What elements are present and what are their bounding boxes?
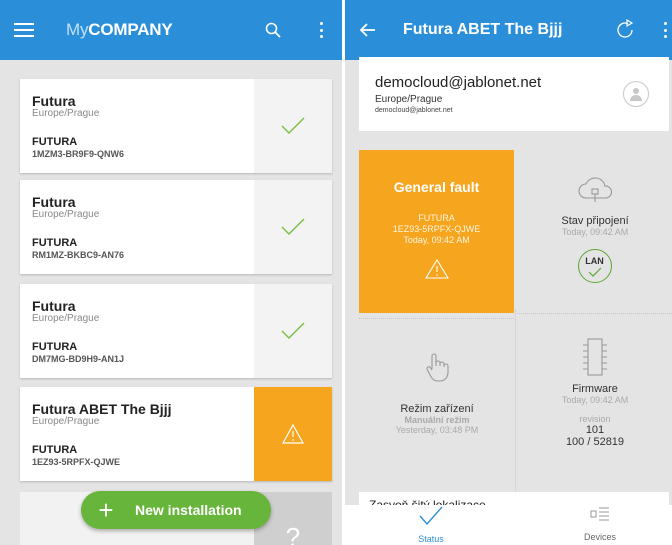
device-mode-value: Manuální režim [404, 415, 470, 425]
divider [359, 318, 514, 319]
devices-list-icon [590, 507, 609, 521]
installation-name: Futura ABET The Bjjj [32, 401, 172, 417]
status-warning [254, 387, 332, 481]
fault-code: FUTURA [418, 213, 455, 223]
warning-triangle-icon [281, 423, 305, 444]
installation-code: FUTURA [32, 444, 78, 456]
page-title: Futura ABET The Bjjj [403, 21, 563, 38]
check-icon [281, 322, 305, 339]
installation-card[interactable]: Futura Europe/Prague FUTURA DM7MG-BD9H9-… [20, 284, 332, 378]
firmware-revision-label: revision [579, 414, 611, 424]
status-ok [254, 180, 332, 274]
warning-triangle-icon [424, 258, 449, 279]
installation-card[interactable]: Futura ABET The Bjjj Europe/Prague FUTUR… [20, 387, 332, 481]
bottom-navigation: Status Devices [345, 505, 672, 545]
installation-serial: DM7MG-BD9H9-AN1J [32, 354, 125, 364]
overflow-menu-icon[interactable] [319, 22, 323, 38]
device-mode-label: Režim zařízení [400, 403, 474, 415]
installation-timezone: Europe/Prague [32, 313, 100, 324]
divider [515, 310, 516, 500]
account-card[interactable]: democloud@jablonet.net Europe/Prague dem… [359, 57, 669, 131]
overflow-menu-icon[interactable] [663, 22, 667, 38]
nav-status[interactable]: Status [381, 505, 481, 544]
installation-serial: 1MZM3-BR9F9-QNW6 [32, 149, 125, 159]
installation-detail-screen: Futura ABET The Bjjj democloud@jablonet.… [345, 0, 672, 545]
divider [515, 313, 672, 314]
installation-serial: RM1MZ-BKBC9-AN76 [32, 250, 125, 260]
fault-time: Today, 09:42 AM [403, 235, 470, 245]
brand-logo: MyCOMPANY [66, 20, 173, 39]
cloud-plug-icon [578, 177, 613, 202]
firmware-chip-icon [583, 338, 607, 376]
check-icon [281, 218, 305, 235]
installation-card[interactable]: Futura Europe/Prague FUTURA 1MZM3-BR9F9-… [20, 79, 332, 173]
firmware-version: 100 / 52819 [565, 436, 625, 448]
connection-time: Today, 09:42 AM [561, 227, 629, 237]
hand-pointer-icon [426, 353, 449, 382]
installation-code: FUTURA [32, 341, 78, 353]
fault-serial: 1EZ93-5RPFX-QJWE [392, 224, 481, 234]
nav-devices-label: Devices [583, 532, 616, 542]
installation-name: Futura [32, 298, 76, 314]
installation-name: Futura [32, 93, 76, 109]
account-email: democloud@jablonet.net [375, 74, 542, 91]
installation-timezone: Europe/Prague [32, 108, 100, 119]
installation-serial: 1EZ93-5RPFX-QJWE [32, 457, 121, 467]
nav-devices[interactable]: Devices [550, 505, 650, 542]
connection-tile[interactable]: Stav připojení Today, 09:42 AM LAN [533, 172, 657, 283]
installation-code: FUTURA [32, 136, 78, 148]
account-timezone: Europe/Prague [375, 94, 443, 105]
firmware-revision: 101 [585, 424, 605, 436]
back-arrow-icon[interactable] [359, 22, 377, 38]
installation-card[interactable]: Futura Europe/Prague FUTURA RM1MZ-BKBC9-… [20, 180, 332, 274]
status-ok [254, 79, 332, 173]
app-bar: Futura ABET The Bjjj [345, 0, 672, 60]
general-fault-tile[interactable]: General fault FUTURA 1EZ93-5RPFX-QJWE To… [359, 150, 514, 313]
firmware-time: Today, 09:42 AM [561, 395, 629, 405]
nav-status-label: Status [418, 534, 444, 544]
status-ok [254, 284, 332, 378]
check-icon [419, 506, 443, 526]
app-bar: MyCOMPANY [0, 0, 342, 60]
refresh-icon[interactable] [613, 17, 637, 41]
installation-timezone: Europe/Prague [32, 416, 100, 427]
device-mode-tile[interactable]: Režim zařízení Manuální režim Yesterday,… [375, 352, 499, 435]
new-installation-button[interactable]: + New installation [81, 491, 271, 529]
lan-badge: LAN [578, 249, 612, 283]
account-email-small: democloud@jablonet.net [375, 107, 453, 114]
installations-screen: MyCOMPANY Futura Europe/Prague FUTURA 1M… [0, 0, 342, 545]
fault-title: General fault [393, 179, 480, 195]
firmware-label: Firmware [572, 383, 618, 395]
firmware-tile[interactable]: Firmware Today, 09:42 AM revision 101 10… [533, 337, 657, 448]
new-installation-label: New installation [135, 502, 242, 518]
plus-icon: + [98, 495, 114, 525]
installation-name: Futura [32, 194, 76, 210]
connection-label: Stav připojení [561, 215, 629, 227]
check-icon [281, 117, 305, 134]
search-icon[interactable] [265, 22, 281, 38]
installation-timezone: Europe/Prague [32, 209, 100, 220]
avatar-icon[interactable] [623, 81, 649, 107]
device-mode-time: Yesterday, 03:48 PM [395, 425, 479, 435]
hamburger-menu-icon[interactable] [14, 23, 34, 37]
installation-code: FUTURA [32, 237, 78, 249]
